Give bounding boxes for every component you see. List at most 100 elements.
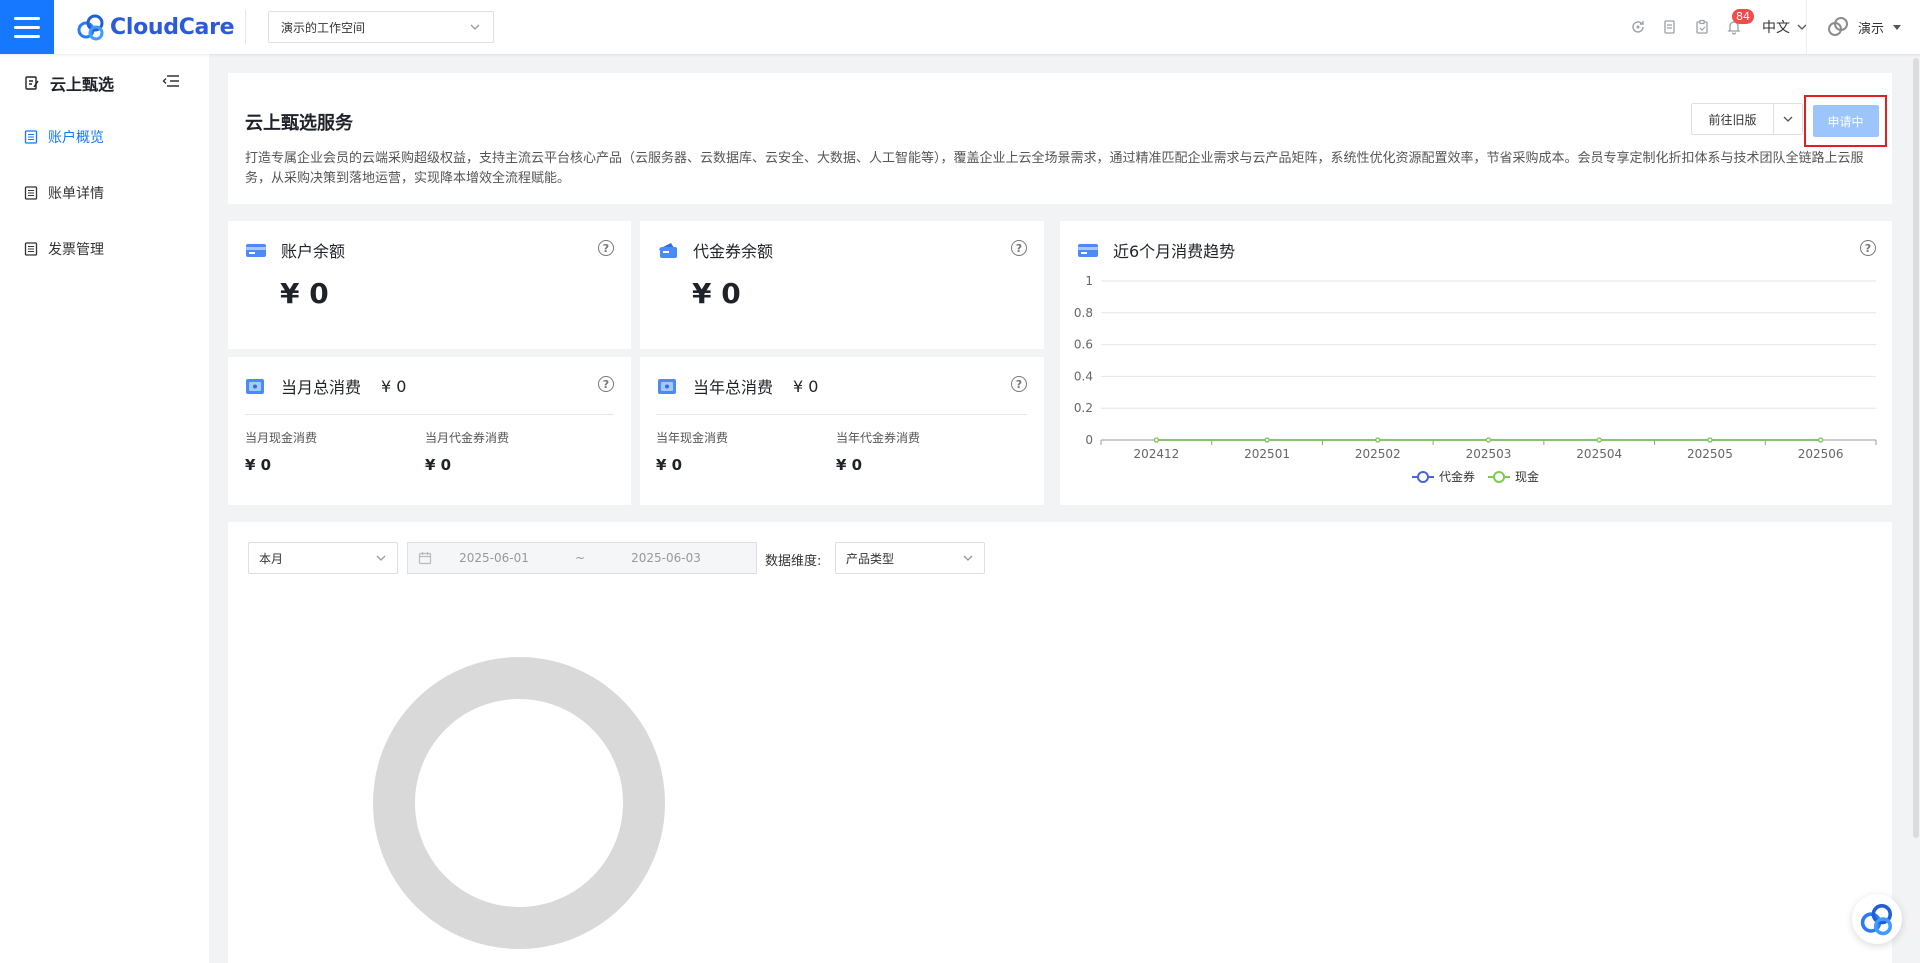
page-scrollbar[interactable] [1912, 54, 1920, 963]
month-voucher-label: 当月代金券消费 [425, 431, 510, 445]
header-actions: 84 中文 [1630, 0, 1808, 54]
language-switcher[interactable]: 中文 [1762, 17, 1808, 37]
sidebar-item-label: 发票管理 [48, 242, 104, 258]
sidebar-title-text: 云上甄选 [50, 75, 115, 94]
help-icon[interactable]: ? [1011, 376, 1027, 392]
data-point [1818, 437, 1824, 443]
voucher-balance-value: ¥ 0 [692, 277, 741, 310]
caret-down-icon [1893, 25, 1901, 30]
workspace-name: 演示的工作空间 [281, 20, 366, 35]
start-date[interactable]: 2025-06-01 [444, 551, 544, 565]
data-point [1485, 437, 1492, 443]
dimension-value: 产品类型 [846, 551, 895, 566]
date-range-picker[interactable]: 2025-06-01 ~ 2025-06-03 [407, 542, 757, 574]
dimension-label: 数据维度: [765, 554, 822, 569]
calendar-card-icon [246, 379, 264, 394]
intro-card: 云上甄选服务 打造专属企业会员的云端采购超级权益，支持主流云平台核心产品（云服务… [228, 73, 1892, 204]
data-point [1153, 437, 1159, 443]
trend-chart-card: 近6个月消费趋势 ? 0 0.2 0.4 0.6 0.8 1 202412 202501 202… [1060, 221, 1892, 505]
dimension-select[interactable]: 产品类型 [835, 542, 985, 574]
x-tick-label: 202501 [1244, 447, 1290, 461]
card-title-text: 当年总消费 [693, 378, 774, 397]
legend-marker [1493, 471, 1505, 483]
sidebar-item-label: 账单详情 [48, 186, 104, 202]
sidebar-item-invoice-management[interactable]: 发票管理 [24, 239, 104, 259]
consumption-analysis-card: 本月 2025-06-01 ~ 2025-06-03 数据维度: 产品类型 [228, 522, 1892, 963]
sidebar-item-account-overview[interactable]: 账户概览 [24, 127, 104, 147]
card-title-text: 账户余额 [281, 242, 346, 261]
bell-icon[interactable]: 84 [1726, 9, 1754, 35]
sidebar: 云上甄选 账户概览 账单详情 发票管理 [0, 54, 209, 963]
voucher-ticket-icon [659, 243, 677, 258]
sidebar-item-label: 账户概览 [48, 130, 104, 146]
x-tick-label: 202502 [1355, 447, 1401, 461]
card-title-text: 代金券余额 [693, 242, 774, 261]
x-tick-label: 202412 [1133, 447, 1179, 461]
calendar-icon [418, 552, 432, 565]
assistant-float-button[interactable] [1852, 894, 1902, 944]
card-title: 当年总消费 ¥ 0 [657, 374, 818, 398]
language-label: 中文 [1762, 20, 1790, 36]
legend-marker [1417, 471, 1429, 483]
page-title: 云上甄选服务 [245, 113, 353, 134]
period-select[interactable]: 本月 [248, 542, 398, 574]
divider [657, 414, 1027, 415]
sidebar-title: 云上甄选 [24, 71, 114, 95]
edit-note-icon [25, 76, 39, 90]
year-cash-value: ¥ 0 [656, 456, 683, 474]
date-separator: ~ [574, 551, 586, 565]
old-version-button[interactable]: 前往旧版 [1691, 103, 1803, 135]
month-cash-value: ¥ 0 [245, 456, 272, 474]
y-tick-label: 0.2 [1074, 401, 1093, 415]
card-title: 代金券余额 [657, 238, 773, 262]
x-tick-label: 202506 [1798, 447, 1844, 461]
help-icon[interactable]: ? [598, 240, 614, 256]
refresh-icon[interactable] [1630, 19, 1646, 35]
end-date[interactable]: 2025-06-03 [616, 551, 716, 565]
year-cash-label: 当年现金消费 [656, 431, 729, 445]
notification-badge: 84 [1732, 9, 1754, 24]
list-doc-icon [24, 186, 38, 200]
period-value: 本月 [259, 551, 284, 566]
chevron-down-icon [376, 555, 386, 561]
wallet-card-icon [246, 244, 266, 257]
clipboard-icon[interactable] [1694, 19, 1710, 35]
x-tick-label: 202504 [1576, 447, 1622, 461]
x-tick-label: 202503 [1466, 447, 1512, 461]
document-icon[interactable] [1662, 19, 1678, 35]
empty-donut-chart [373, 657, 665, 949]
month-voucher-value: ¥ 0 [425, 456, 452, 474]
year-voucher-value: ¥ 0 [836, 456, 863, 474]
applying-button[interactable]: 申请中 [1812, 105, 1879, 137]
avatar-icon [1827, 17, 1848, 36]
help-icon[interactable]: ? [1011, 240, 1027, 256]
y-tick-label: 1 [1085, 274, 1093, 288]
apply-highlight: 申请中 [1804, 95, 1887, 147]
logo-text: CloudCare [110, 14, 235, 40]
y-tick-label: 0.6 [1074, 338, 1093, 352]
data-point [1707, 437, 1713, 443]
workspace-select[interactable]: 演示的工作空间 [268, 11, 494, 43]
top-bar: CloudCare 演示的工作空间 84 中文 演示 [0, 0, 1920, 54]
trend-chart: 0 0.2 0.4 0.6 0.8 1 202412 202501 202502 202503 20… [1074, 274, 1877, 484]
divider [245, 414, 614, 415]
chevron-down-icon[interactable] [1774, 104, 1802, 134]
month-total-value: ¥ 0 [381, 376, 407, 396]
menu-toggle-button[interactable] [0, 0, 54, 54]
old-version-label: 前往旧版 [1692, 104, 1774, 134]
month-cash-label: 当月现金消费 [245, 431, 318, 445]
chevron-down-icon [470, 24, 480, 30]
logo[interactable]: CloudCare [76, 12, 235, 42]
help-icon[interactable]: ? [598, 376, 614, 392]
voucher-balance-card: 代金券余额 ? ¥ 0 [640, 221, 1044, 349]
sidebar-item-bill-details[interactable]: 账单详情 [24, 183, 104, 203]
header-divider [1806, 0, 1807, 54]
user-menu[interactable]: 演示 [1826, 0, 1902, 54]
legend-label: 代金券 [1439, 469, 1475, 484]
card-title: 当月总消费 ¥ 0 [245, 374, 406, 398]
y-tick-label: 0 [1085, 433, 1093, 447]
x-tick-label: 202505 [1687, 447, 1733, 461]
collapse-sidebar-icon[interactable] [162, 72, 180, 90]
data-point [1375, 437, 1381, 443]
card-title-text: 当月总消费 [281, 378, 362, 397]
